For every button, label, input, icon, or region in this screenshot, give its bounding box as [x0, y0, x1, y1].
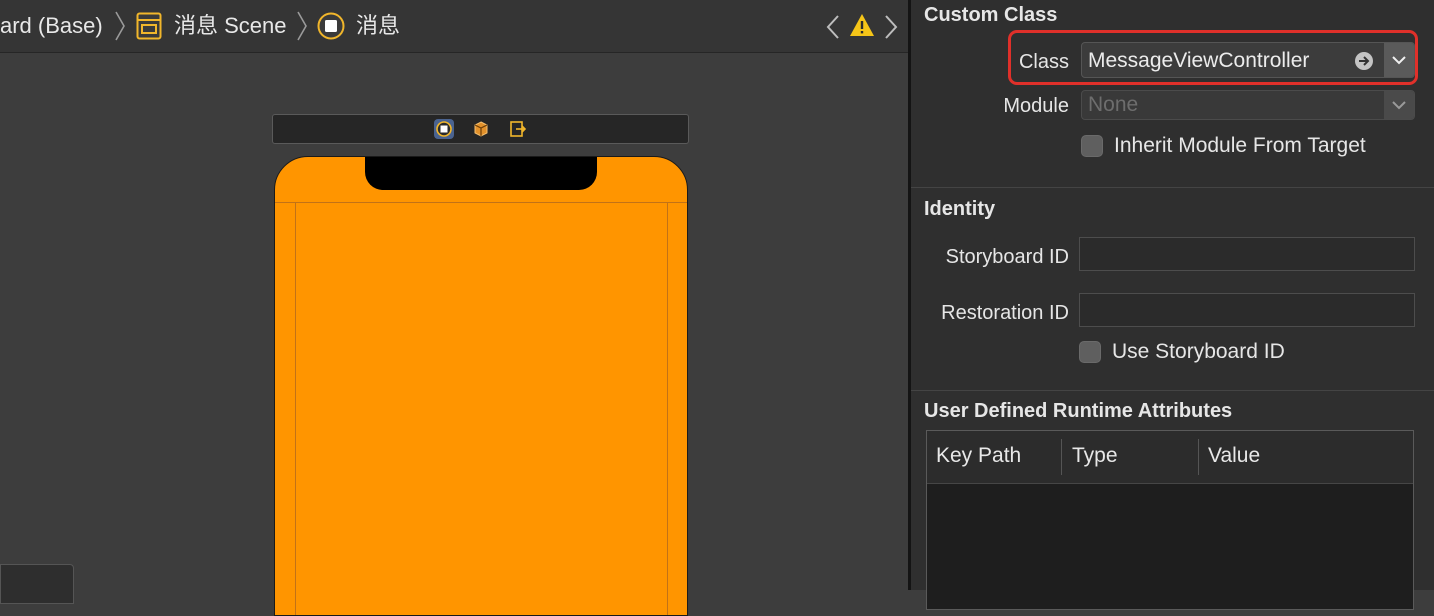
chevron-down-icon — [1392, 101, 1406, 110]
use-storyboard-id-checkbox[interactable] — [1079, 341, 1101, 363]
section-divider — [911, 390, 1434, 391]
storyboard-id-label: Storyboard ID — [945, 246, 1069, 268]
device-notch — [365, 157, 597, 190]
canvas-overlay-panel — [0, 564, 74, 604]
use-storyboard-id-label[interactable]: Use Storyboard ID — [1112, 340, 1285, 364]
runtime-attributes-table[interactable]: Key Path Type Value — [926, 430, 1414, 610]
annotation-highlight-box — [1008, 30, 1418, 85]
chevron-right-icon[interactable] — [884, 14, 898, 40]
breadcrumb-separator-icon — [297, 11, 307, 41]
runtime-attributes-section-title: User Defined Runtime Attributes — [924, 400, 1233, 422]
inherit-module-label[interactable]: Inherit Module From Target — [1114, 134, 1366, 158]
breadcrumb-separator-icon — [115, 11, 125, 41]
storyboard-id-field[interactable] — [1079, 237, 1415, 271]
view-controller-icon — [436, 121, 452, 137]
breadcrumb-controller[interactable]: 消息 — [356, 12, 400, 40]
storyboard-scene-icon — [136, 12, 162, 40]
module-dropdown-button[interactable] — [1384, 91, 1414, 119]
warning-icon[interactable] — [849, 13, 875, 37]
scene-dock — [272, 114, 689, 144]
column-separator[interactable] — [1198, 439, 1199, 475]
safe-area-top-guide — [275, 202, 687, 203]
module-label: Module — [1003, 95, 1069, 117]
breadcrumb-scene[interactable]: 消息 Scene — [174, 12, 287, 40]
column-header-key-path[interactable]: Key Path — [936, 444, 1021, 468]
chevron-left-icon[interactable] — [826, 14, 840, 40]
exit-icon — [510, 121, 527, 137]
custom-class-section-title: Custom Class — [924, 4, 1058, 26]
scene-dock-view-controller[interactable] — [434, 119, 454, 139]
restoration-id-label: Restoration ID — [941, 302, 1069, 324]
module-input[interactable]: None — [1088, 93, 1138, 117]
column-header-value[interactable]: Value — [1208, 444, 1260, 468]
identity-section-title: Identity — [924, 198, 996, 220]
storyboard-canvas[interactable]: ard (Base) 消息 Scene 消息 — [0, 0, 908, 616]
column-header-type[interactable]: Type — [1072, 444, 1118, 468]
identity-inspector: Custom Class Class MessageViewController… — [911, 0, 1434, 610]
scene-dock-first-responder[interactable] — [471, 119, 491, 139]
inherit-module-checkbox[interactable] — [1081, 135, 1103, 157]
first-responder-cube-icon — [474, 121, 488, 137]
restoration-id-field[interactable] — [1079, 293, 1415, 327]
column-separator[interactable] — [1061, 439, 1062, 475]
view-controller-root-view[interactable] — [274, 156, 688, 616]
layout-margin-right-guide — [667, 202, 668, 615]
runtime-attributes-table-header: Key Path Type Value — [927, 431, 1413, 484]
view-controller-icon — [317, 12, 345, 40]
section-divider — [911, 187, 1434, 188]
breadcrumb-storyboard[interactable]: ard (Base) — [0, 12, 103, 40]
layout-margin-left-guide — [295, 202, 296, 615]
module-combobox[interactable]: None — [1081, 90, 1415, 120]
scene-dock-exit[interactable] — [508, 119, 528, 139]
jump-bar: ard (Base) 消息 Scene 消息 — [0, 0, 908, 53]
